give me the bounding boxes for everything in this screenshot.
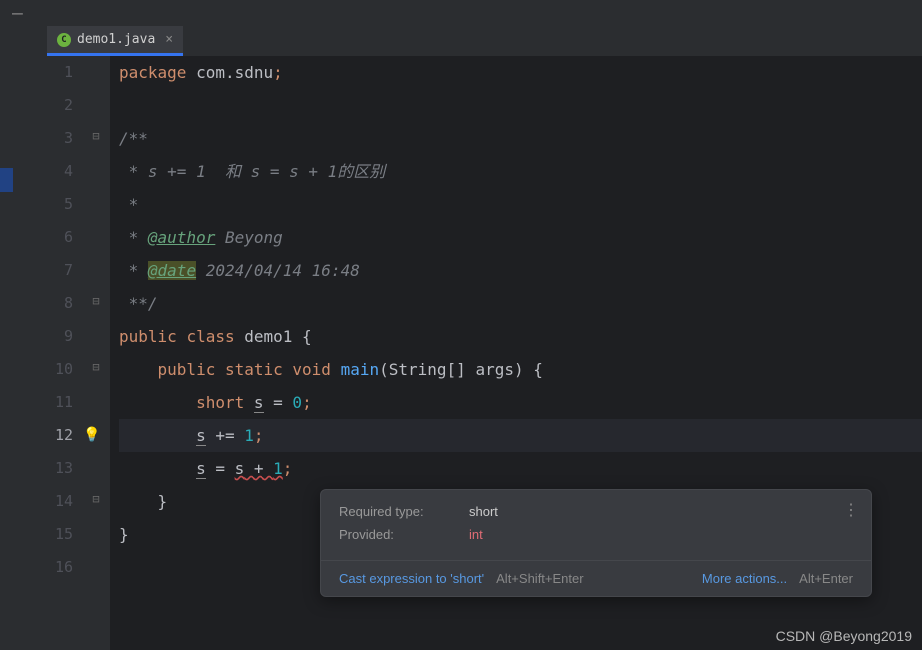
line-number: 1 [13,56,73,89]
required-type-value: short [469,504,498,519]
line-number: 14 [13,485,73,518]
line-number: 3 [13,122,73,155]
line-number: 16 [13,551,73,584]
line-number: 15 [13,518,73,551]
close-tab-icon[interactable]: × [165,32,173,47]
code-line[interactable]: /** [119,122,922,155]
tab-label: demo1.java [77,32,155,47]
provided-label: Provided: [339,527,469,542]
file-tab[interactable]: C demo1.java × [47,26,183,56]
tooltip-footer: Cast expression to 'short' Alt+Shift+Ent… [321,560,871,596]
tooltip-body: Required type: short Provided: int [321,490,871,560]
line-number: 5 [13,188,73,221]
sidebar-selection[interactable] [0,168,13,192]
minimize-icon[interactable]: — [12,3,23,24]
code-line[interactable]: **/ [119,287,922,320]
fold-close-icon[interactable]: ⊟ [89,492,103,506]
error-tooltip: ⋮ Required type: short Provided: int Cas… [320,489,872,597]
line-number: 13 [13,452,73,485]
fold-open-icon[interactable]: ⊟ [89,129,103,143]
more-icon[interactable]: ⋮ [843,500,859,520]
line-number: 6 [13,221,73,254]
lightbulb-icon[interactable]: 💡 [83,419,100,452]
line-number: 4 [13,155,73,188]
line-gutter: 1 2 3 4 5 6 7 8 9 10 11 12 13 14 15 16 [13,56,83,650]
line-number: 7 [13,254,73,287]
fold-close-icon[interactable]: ⊟ [89,294,103,308]
tab-bar: C demo1.java × [0,26,922,56]
code-line-current[interactable]: 💡 s += 1; [119,419,922,452]
provided-value: int [469,527,483,542]
code-line[interactable] [119,89,922,122]
shortcut-label: Alt+Enter [799,571,853,586]
code-line[interactable]: * @author Beyong [119,221,922,254]
title-bar: — [0,0,922,26]
code-line[interactable]: * [119,188,922,221]
sidebar-collapsed [0,56,13,650]
quickfix-cast-link[interactable]: Cast expression to 'short' [339,571,484,586]
line-number: 10 [13,353,73,386]
code-line[interactable]: short s = 0; [119,386,922,419]
line-number: 8 [13,287,73,320]
code-line[interactable]: public static void main(String[] args) { [119,353,922,386]
fold-open-icon[interactable]: ⊟ [89,360,103,374]
line-number: 11 [13,386,73,419]
java-class-icon: C [57,33,71,47]
fold-column: ⊟ ⊟ ⊟ ⊟ [83,56,111,650]
line-number: 9 [13,320,73,353]
code-line[interactable]: * s += 1 和 s = s + 1的区别 [119,155,922,188]
required-type-label: Required type: [339,504,469,519]
watermark: CSDN @Beyong2019 [776,628,912,644]
more-actions-link[interactable]: More actions... [702,571,787,586]
line-number: 2 [13,89,73,122]
code-line[interactable]: public class demo1 { [119,320,922,353]
shortcut-label: Alt+Shift+Enter [496,571,583,586]
line-number-current: 12 [13,419,73,452]
code-line[interactable]: * @date 2024/04/14 16:48 [119,254,922,287]
code-line[interactable]: package com.sdnu; [119,56,922,89]
code-line[interactable]: s = s + 1; [119,452,922,485]
